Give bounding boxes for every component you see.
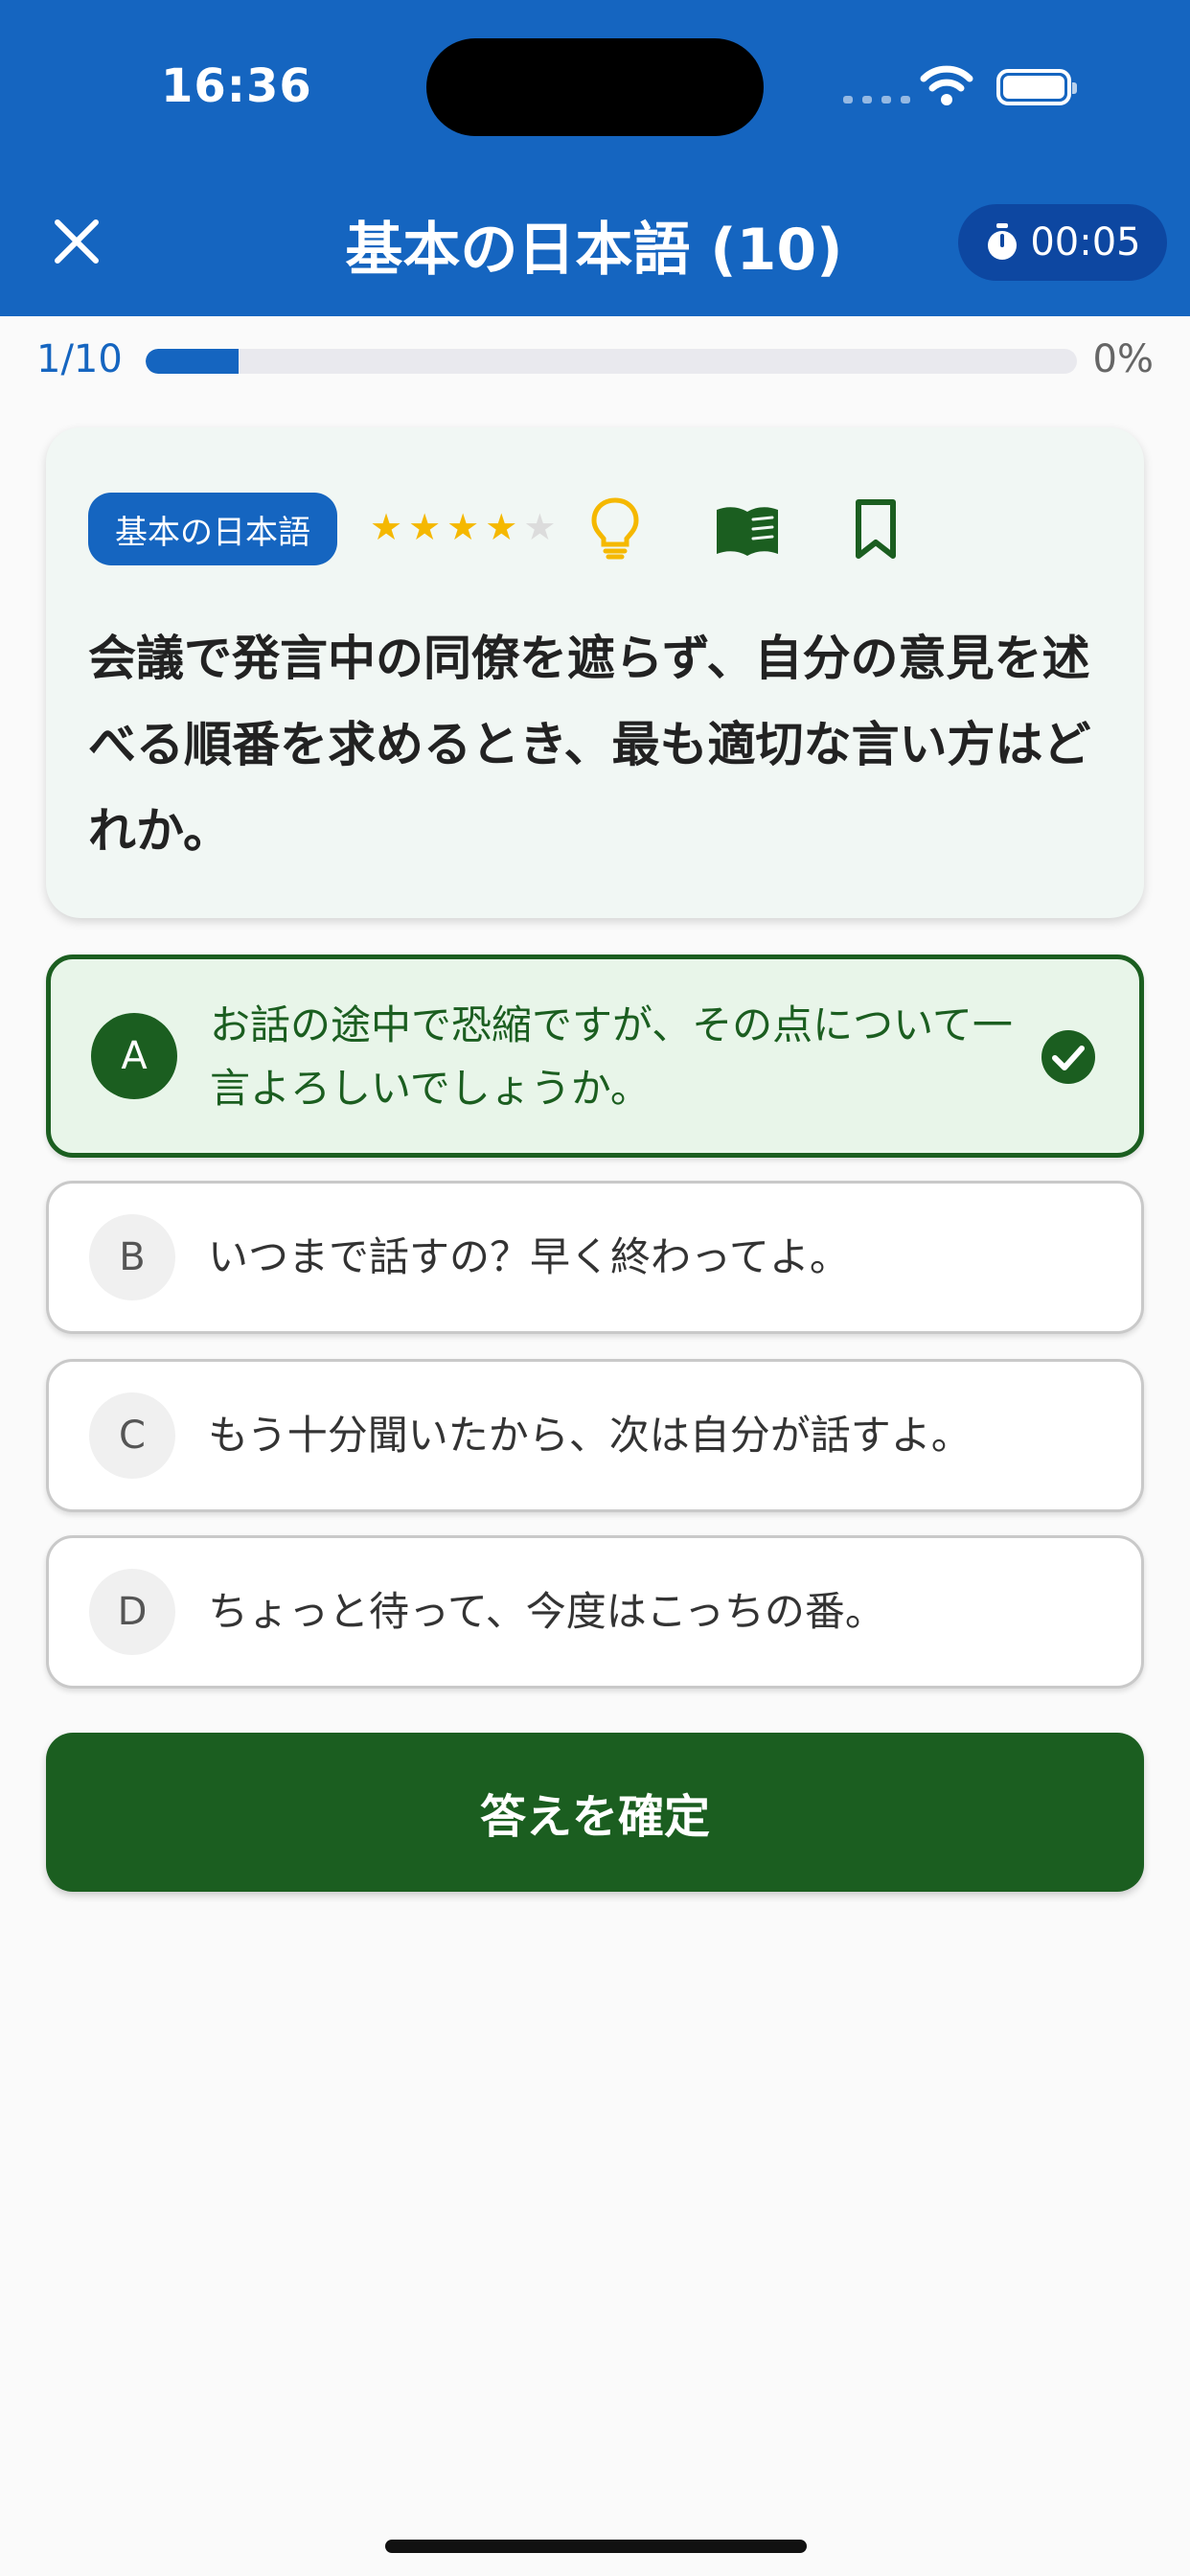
wifi-icon — [920, 65, 973, 105]
option-text: お話の途中で恐縮ですが、その点について一言よろしいでしょうか。 — [210, 1001, 1013, 1112]
option-a[interactable]: A お話の途中で恐縮ですが、その点について一言よろしいでしょうか。 — [46, 954, 1144, 1158]
option-d[interactable]: D ちょっと待って、今度はこっちの番。 — [46, 1535, 1144, 1689]
option-b[interactable]: B いつまで話すの？早く終わってよ。 — [46, 1181, 1144, 1334]
progress-bar — [146, 349, 1077, 374]
star-empty-icon: ★ — [523, 506, 557, 548]
question-text: 会議で発言中の同僚を遮らず、自分の意見を述べる順番を求めるとき、最も適切な言い方… — [88, 631, 1091, 859]
book-icon[interactable] — [713, 504, 782, 558]
option-text: もう十分聞いたから、次は自分が話すよ。 — [208, 1412, 972, 1459]
star-filled-icon: ★ — [446, 506, 480, 548]
option-letter: A — [91, 1013, 177, 1099]
cellular-signal-icon — [843, 96, 910, 104]
home-indicator — [385, 2540, 807, 2553]
progress-count: 1/10 — [36, 337, 123, 381]
option-letter: C — [89, 1392, 175, 1479]
question-card: 基本の日本語 ★ ★ ★ ★ ★ 会議で発言中の同僚を遮らず、自分の意見を述べる順番を求… — [46, 427, 1144, 918]
lightbulb-icon[interactable] — [588, 496, 642, 560]
progress-bar-fill — [146, 349, 240, 374]
battery-icon — [996, 69, 1077, 105]
option-c[interactable]: C もう十分聞いたから、次は自分が話すよ。 — [46, 1359, 1144, 1512]
quiz-title: 基本の日本語 (10) — [345, 217, 843, 284]
option-letter: D — [89, 1569, 175, 1655]
star-filled-icon: ★ — [370, 506, 403, 548]
option-text: ちょっと待って、今度はこっちの番。 — [208, 1588, 885, 1635]
status-time: 16:36 — [161, 59, 312, 113]
difficulty-stars: ★ ★ ★ ★ ★ — [370, 508, 556, 546]
category-chip: 基本の日本語 — [88, 493, 337, 565]
timer-value: 00:05 — [1030, 220, 1141, 264]
option-letter: B — [89, 1214, 175, 1300]
option-text: いつまで話すの？早く終わってよ。 — [208, 1233, 850, 1280]
timer-badge: 00:05 — [958, 204, 1167, 281]
bookmark-icon[interactable] — [851, 498, 901, 560]
confirm-answer-button[interactable]: 答えを確定 — [46, 1733, 1144, 1892]
stopwatch-icon — [988, 223, 1018, 260]
check-circle-icon — [1041, 1030, 1095, 1084]
progress-percent: 0% — [1092, 337, 1154, 381]
star-filled-icon: ★ — [408, 506, 442, 548]
star-filled-icon: ★ — [485, 506, 518, 548]
app-header: 16:36 基本の日本語 (10) 00:05 — [0, 0, 1190, 316]
close-icon[interactable] — [48, 213, 105, 270]
dynamic-island — [426, 38, 764, 136]
